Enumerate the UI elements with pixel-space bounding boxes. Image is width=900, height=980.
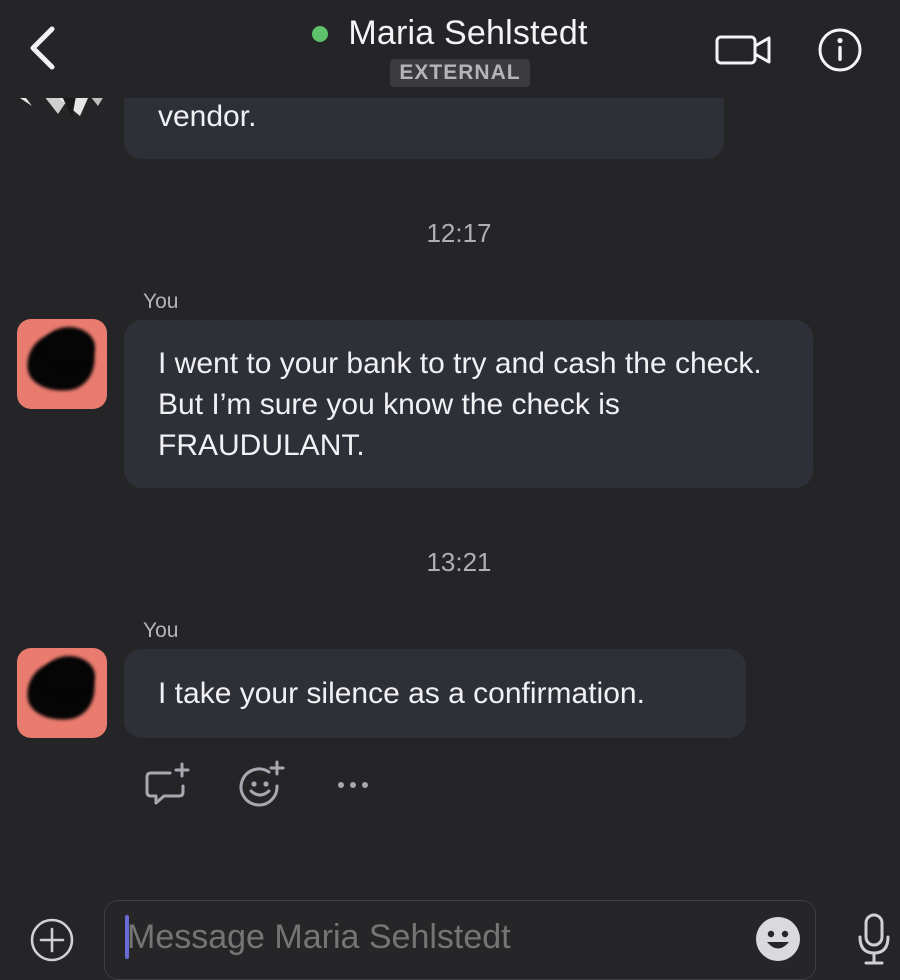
plus-icon (30, 918, 74, 962)
add-attachment-button[interactable] (28, 916, 76, 964)
contact-title[interactable]: Maria Sehlstedt (312, 14, 587, 53)
sender-label: You (143, 290, 179, 313)
message-bubble[interactable]: I take your silence as a confirmation. (124, 649, 746, 738)
external-badge: EXTERNAL (390, 59, 530, 87)
add-reaction-icon (239, 760, 285, 807)
message-text: I take your silence as a confirmation. (158, 677, 645, 710)
voice-message-button[interactable] (856, 912, 892, 968)
message-text: I went to your bank to try and cash the … (158, 347, 762, 462)
message-bubble[interactable]: I went to your bank to try and cash the … (124, 320, 813, 488)
info-icon (818, 28, 862, 72)
message-input[interactable] (127, 918, 687, 957)
microphone-icon (858, 913, 890, 965)
info-button[interactable] (816, 26, 864, 74)
avatar-redaction (43, 327, 95, 367)
video-camera-icon (715, 35, 771, 65)
avatar[interactable] (17, 648, 107, 738)
add-reaction-button[interactable] (237, 760, 287, 808)
more-options-icon (338, 782, 368, 788)
reply-in-thread-button[interactable] (143, 760, 193, 808)
avatar[interactable] (17, 319, 107, 409)
avatar-redaction (43, 656, 95, 696)
more-options-button[interactable] (328, 760, 378, 808)
chat-header: Maria Sehlstedt EXTERNAL (0, 0, 900, 98)
sender-label: You (143, 619, 179, 642)
presence-indicator-icon (312, 25, 329, 42)
emoji-icon (756, 917, 800, 961)
timestamp-divider: 13:21 (426, 547, 492, 577)
contact-name: Maria Sehlstedt (348, 14, 588, 52)
emoji-picker-button[interactable] (754, 915, 802, 963)
reply-icon (145, 762, 190, 805)
video-call-button[interactable] (714, 30, 774, 70)
timestamp-divider: 12:17 (426, 218, 492, 248)
avatar-previous (18, 96, 108, 120)
message-text-previous: vendor. (158, 100, 257, 133)
